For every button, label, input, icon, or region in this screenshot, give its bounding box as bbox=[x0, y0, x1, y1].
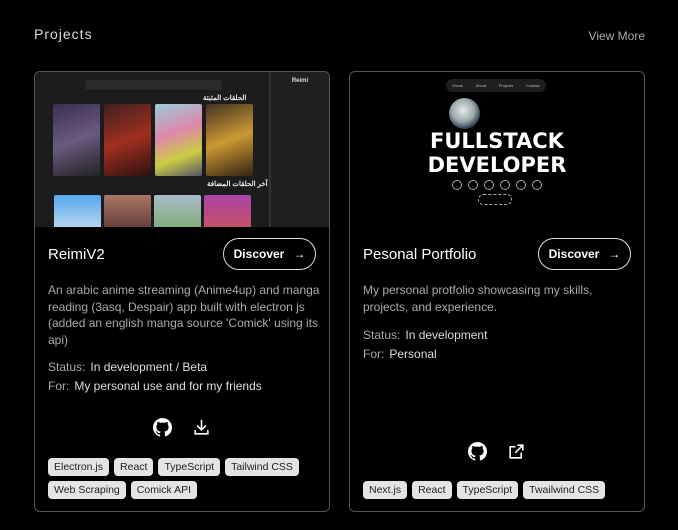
preview-headline: FULLSTACK DEVELOPER bbox=[427, 129, 567, 177]
tag: TypeScript bbox=[158, 458, 221, 476]
github-icon[interactable] bbox=[468, 442, 487, 461]
tag: Next.js bbox=[363, 481, 408, 499]
tag: TypeScript bbox=[456, 481, 519, 499]
preview-social-icons bbox=[452, 180, 542, 190]
project-title: Pesonal Portfolio bbox=[363, 246, 477, 263]
project-card-reimi: الحلقات المثبتة آخر الحلقات المضافة Reim… bbox=[34, 71, 330, 512]
preview-cv-button bbox=[478, 194, 512, 205]
project-status: Status: In development bbox=[363, 328, 488, 342]
preview-search-bar bbox=[85, 80, 222, 90]
discover-button[interactable]: Discover → bbox=[223, 238, 316, 270]
preview-heading: الحلقات المثبتة bbox=[203, 95, 247, 102]
preview-sidebar: Reimi bbox=[269, 72, 329, 227]
preview-heading: آخر الحلقات المضافة bbox=[207, 181, 268, 188]
project-for: For: Personal bbox=[363, 347, 437, 361]
project-description: An arabic anime streaming (Anime4up) and… bbox=[48, 283, 320, 347]
preview-avatar bbox=[449, 98, 480, 129]
arrow-right-icon: → bbox=[293, 247, 306, 261]
tag: Twailwind CSS bbox=[523, 481, 606, 499]
view-more-link[interactable]: View More bbox=[589, 29, 645, 43]
tech-tags: Next.js React TypeScript Twailwind CSS bbox=[363, 481, 638, 499]
project-preview-image[interactable]: الحلقات المثبتة آخر الحلقات المضافة Reim… bbox=[35, 72, 329, 227]
project-title: ReimiV2 bbox=[48, 246, 105, 263]
tag: React bbox=[412, 481, 452, 499]
github-icon[interactable] bbox=[153, 418, 172, 437]
discover-button[interactable]: Discover → bbox=[538, 238, 631, 270]
tag: Electron.js bbox=[48, 458, 110, 476]
tag: Comick API bbox=[130, 481, 198, 499]
project-card-portfolio: Home About Projects Contact FULLSTACK DEVELO… bbox=[349, 71, 645, 512]
tech-tags: Electron.js React TypeScript Tailwind CS… bbox=[48, 458, 323, 499]
project-description: My personal protfolio showcasing my skil… bbox=[363, 283, 593, 314]
tag: React bbox=[114, 458, 154, 476]
download-icon[interactable] bbox=[192, 418, 211, 437]
project-for: For: My personal use and for my friends bbox=[48, 379, 262, 393]
arrow-right-icon: → bbox=[608, 247, 621, 261]
external-link-icon[interactable] bbox=[507, 442, 526, 461]
project-status: Status: In development / Beta bbox=[48, 360, 208, 374]
section-title: Projects bbox=[34, 26, 93, 42]
tag: Tailwind CSS bbox=[225, 458, 299, 476]
project-preview-image[interactable]: Home About Projects Contact FULLSTACK DEVELO… bbox=[350, 72, 644, 227]
tag: Web Scraping bbox=[48, 481, 126, 499]
preview-nav: Home About Projects Contact bbox=[446, 79, 546, 92]
